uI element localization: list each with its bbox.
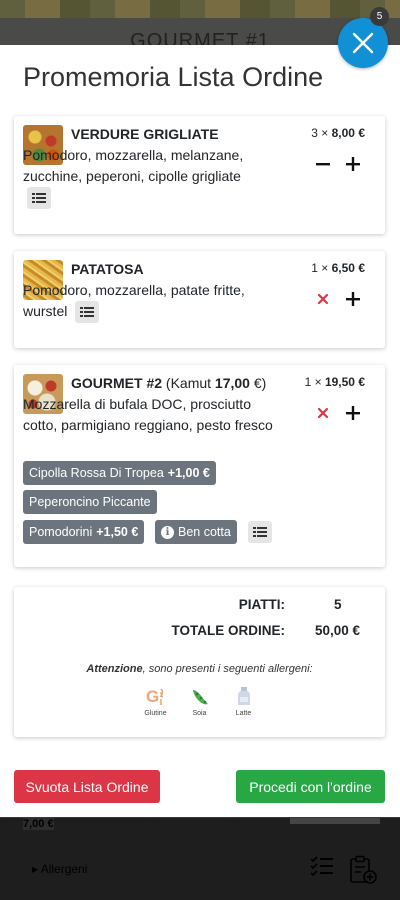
plus-icon: [346, 157, 360, 171]
increase-button[interactable]: [343, 289, 363, 309]
remove-button[interactable]: [313, 403, 333, 423]
proceed-order-button[interactable]: Procedi con l'ordine: [236, 770, 385, 803]
remove-button[interactable]: [313, 289, 333, 309]
item-name: PATATOSA: [71, 261, 144, 277]
list-icon: [80, 307, 95, 318]
remove-icon: [317, 293, 329, 305]
background-food-image: [0, 0, 400, 18]
extra-label: Peperoncino Piccante: [29, 495, 151, 509]
list-check-icon[interactable]: [310, 855, 334, 877]
allergen-label: Soia: [192, 710, 207, 717]
minus-icon: [316, 163, 330, 166]
item-description: VERDURE GRIGLIATE Pomodoro, mozzarella, …: [23, 124, 253, 210]
allergen-warning-bold: Attenzione: [86, 663, 143, 675]
info-icon: i: [161, 525, 174, 539]
order-item-card: GOURMET #2 (Kamut 17,00 €) Mozzarella di…: [14, 365, 385, 567]
modal-title: Promemoria Lista Ordine: [23, 62, 324, 92]
extra-label: Pomodorini: [29, 525, 93, 539]
svg-text:G: G: [146, 687, 159, 706]
total-label: TOTALE ORDINE:: [171, 623, 286, 638]
increase-button[interactable]: [343, 403, 363, 423]
item-quantity-price: 1 × 6,50 €: [311, 261, 365, 275]
total-value: 50,00 €: [315, 623, 361, 638]
allergen-soy: Soia: [185, 685, 215, 717]
order-summary: PIATTI: 5 TOTALE ORDINE: 50,00 € Attenzi…: [14, 587, 385, 737]
milk-icon: [237, 687, 250, 705]
gluten-icon: G: [146, 687, 163, 706]
background-icons: [310, 855, 378, 885]
item-quantity-price: 3 × 8,00 €: [311, 126, 365, 140]
variant-label: (Kamut: [165, 375, 212, 391]
extra-label: Cipolla Rossa Di Tropea: [29, 466, 164, 480]
background-allergeni-link[interactable]: ▸ Allergeni: [32, 862, 87, 876]
item-description: GOURMET #2 (Kamut 17,00 €) Mozzarella di…: [23, 373, 278, 436]
increase-button[interactable]: [343, 154, 363, 174]
cart-count-badge: 5: [370, 7, 389, 26]
order-item-card: VERDURE GRIGLIATE Pomodoro, mozzarella, …: [14, 116, 385, 234]
item-qty: 1 ×: [311, 261, 329, 275]
plus-icon: [346, 292, 360, 306]
allergen-list: G Glutine Soia Latte: [14, 685, 385, 717]
clipboard-add-icon[interactable]: [348, 855, 378, 885]
extra-price: +1,00 €: [167, 466, 210, 480]
item-qty: 3 ×: [311, 126, 329, 140]
item-price: 8,00 €: [331, 126, 365, 140]
cooking-note-badge: i Ben cotta: [155, 520, 237, 544]
clear-order-button[interactable]: Svuota Lista Ordine: [14, 770, 160, 803]
decrease-button[interactable]: [313, 154, 333, 174]
extra-price: +1,50 €: [96, 525, 139, 539]
allergen-milk: Latte: [229, 685, 259, 717]
item-price: 6,50 €: [331, 261, 365, 275]
item-price: 19,50 €: [324, 375, 365, 389]
close-icon: [352, 32, 374, 54]
notes-button[interactable]: [27, 187, 51, 210]
note-label: Ben cotta: [178, 525, 231, 539]
item-ingredients: Mozzarella di bufala DOC, prosciutto cot…: [23, 396, 273, 433]
list-icon: [32, 193, 46, 204]
item-quantity-price: 1 × 19,50 €: [305, 375, 365, 389]
plus-icon: [346, 406, 360, 420]
extra-badge: Peperoncino Piccante: [23, 490, 157, 514]
background-tile: [290, 818, 380, 824]
remove-icon: [317, 407, 329, 419]
extra-badge: Cipolla Rossa Di Tropea +1,00 €: [23, 461, 216, 485]
item-variant: (Kamut 17,00 €): [166, 375, 266, 391]
item-ingredients: Pomodoro, mozzarella, melanzane, zucchin…: [23, 147, 244, 184]
notes-button[interactable]: [248, 521, 272, 543]
allergen-gluten: G Glutine: [141, 685, 171, 717]
arrow-right-icon: ▸: [32, 862, 39, 876]
item-name: VERDURE GRIGLIATE: [71, 126, 219, 142]
background-price: 7,00 €: [23, 818, 54, 830]
item-qty: 1 ×: [304, 375, 322, 389]
item-name: GOURMET #2: [71, 375, 163, 391]
variant-currency: €): [253, 375, 267, 391]
order-item-card: PATATOSA Pomodoro, mozzarella, patate fr…: [14, 251, 385, 348]
soy-icon: [192, 690, 208, 705]
dishes-label: PIATTI:: [238, 597, 285, 612]
allergeni-label: Allergeni: [40, 862, 88, 876]
item-ingredients: Pomodoro, mozzarella, patate fritte, wur…: [23, 282, 245, 319]
variant-price: 17,00: [214, 375, 250, 391]
allergen-label: Glutine: [144, 710, 167, 717]
notes-button[interactable]: [75, 301, 100, 324]
extra-badge: Pomodorini +1,50 €: [23, 520, 145, 544]
allergen-warning: Attenzione, sono presenti i seguenti all…: [14, 663, 385, 675]
item-description: PATATOSA Pomodoro, mozzarella, patate fr…: [23, 259, 273, 324]
dishes-count: 5: [334, 597, 342, 612]
list-icon: [253, 527, 267, 537]
allergen-label: Latte: [235, 710, 252, 717]
allergen-warning-text: , sono presenti i seguenti allergeni:: [142, 663, 313, 675]
